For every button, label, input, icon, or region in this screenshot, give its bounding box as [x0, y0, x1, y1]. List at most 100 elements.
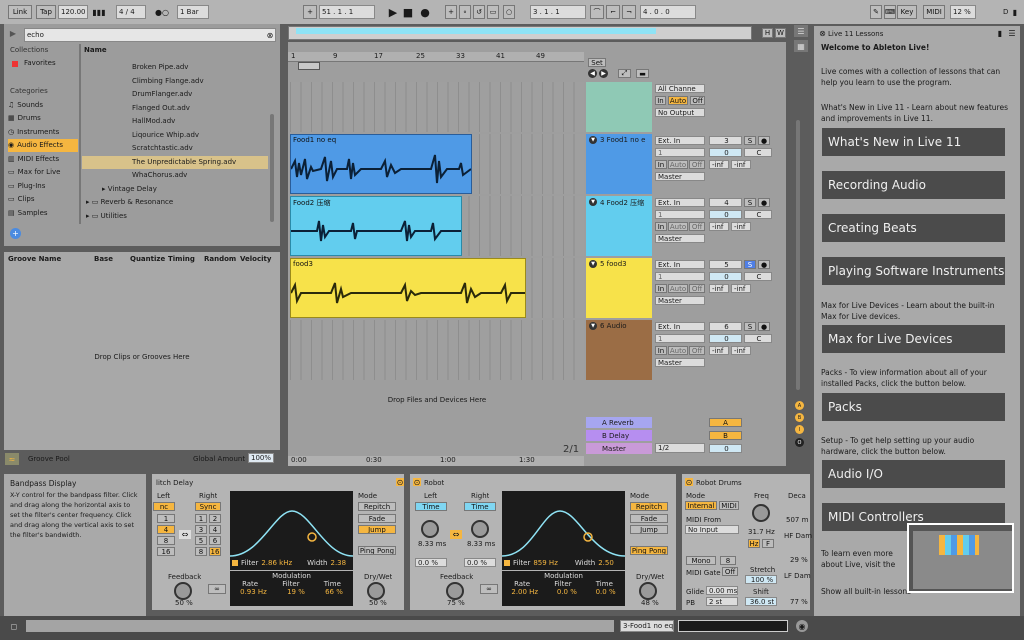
overdub-button[interactable]: + — [445, 5, 457, 19]
filter-value[interactable]: 2.86 kHz — [261, 559, 292, 567]
detail-view-toggle-icon[interactable]: ◉ — [796, 620, 808, 632]
expand-icon[interactable]: ◻ — [8, 620, 20, 632]
vertical-scrollbar[interactable] — [796, 120, 800, 390]
automation-arm-button[interactable]: ∘ — [459, 5, 471, 19]
window-toggle-icon[interactable]: ▮ — [1010, 5, 1020, 19]
solo-button[interactable]: S — [744, 198, 756, 207]
track-name[interactable]: A Reverb — [602, 419, 634, 427]
midi-gate-off[interactable]: Off — [722, 567, 738, 576]
device-title[interactable]: litch Delay — [156, 479, 193, 487]
mode-midi[interactable]: MIDI — [719, 501, 739, 510]
list-item[interactable]: Liqourice Whip.adv — [82, 129, 268, 143]
close-lessons-icon[interactable]: ⊗ — [818, 29, 827, 38]
filter-toggle[interactable] — [232, 560, 238, 566]
right-4[interactable]: 4 — [209, 525, 221, 534]
lessons-show-link[interactable]: Show all built-in lessons — [821, 586, 921, 597]
sidebar-item-audio-effects[interactable]: ◉ Audio Effects — [8, 138, 78, 152]
lock-button[interactable]: ▬ — [636, 69, 649, 78]
right-6[interactable]: 6 — [209, 536, 221, 545]
folder-vintage-delay[interactable]: ▸ Vintage Delay — [82, 183, 268, 197]
metronome-bars-icon[interactable]: ▮▮▮ — [90, 5, 108, 19]
send-b[interactable]: -inf — [731, 160, 751, 169]
left-time-knob[interactable] — [421, 520, 439, 538]
send-a[interactable]: -inf — [709, 346, 729, 355]
master-quantize[interactable]: 1/2 — [655, 443, 705, 453]
sidebar-item-instruments[interactable]: ◷ Instruments — [8, 125, 78, 139]
link-button[interactable]: Link — [8, 5, 32, 19]
list-item[interactable]: Climbing Flange.adv — [82, 75, 268, 89]
browser-scrollbar[interactable] — [270, 114, 274, 222]
left-16[interactable]: 16 — [157, 547, 175, 556]
drywet-knob[interactable] — [367, 582, 385, 600]
arm-button[interactable]: ● — [758, 260, 770, 269]
selected-track-label[interactable]: 3-Food1 no eq — [620, 620, 674, 632]
solo-button[interactable]: S — [744, 322, 756, 331]
volume-field[interactable]: 0 — [709, 210, 742, 219]
circle-icon[interactable]: O — [795, 438, 804, 447]
capture-button[interactable]: ▭ — [487, 5, 499, 19]
groove-col-velocity[interactable]: Velocity — [240, 255, 276, 265]
arrangement-view-icon[interactable]: ☰ — [794, 25, 808, 37]
lesson-packs-button[interactable]: Packs — [822, 393, 1005, 421]
draw-mode-button[interactable]: ✎ — [870, 5, 882, 19]
feedback-knob[interactable] — [174, 582, 192, 600]
mod-time-value[interactable]: 66 % — [325, 588, 343, 596]
browser-divider[interactable] — [79, 44, 81, 224]
input-type-select[interactable]: Ext. In — [655, 260, 705, 269]
monitor-auto[interactable]: Auto — [668, 284, 688, 293]
overview-range[interactable] — [296, 28, 656, 34]
send-a[interactable]: -inf — [709, 222, 729, 231]
w-button[interactable]: W — [775, 28, 786, 38]
clear-search-icon[interactable]: ⊗ — [264, 28, 276, 42]
fold-track-icon[interactable]: ▼ — [589, 136, 597, 144]
freeze-button[interactable]: ∞ — [208, 584, 226, 594]
right-2[interactable]: 2 — [209, 514, 221, 523]
device-power-icon[interactable]: ⊙ — [685, 478, 693, 487]
sidebar-item-samples[interactable]: ▤ Samples — [8, 206, 78, 220]
lessons-more-text[interactable]: To learn even more about Live, visit the… — [821, 548, 909, 572]
mode-jump[interactable]: Jump — [630, 525, 668, 534]
pan-field[interactable]: C — [744, 334, 772, 343]
monitor-in[interactable]: In — [655, 160, 667, 169]
tap-button[interactable]: Tap — [36, 5, 56, 19]
mode-jump[interactable]: Jump — [358, 525, 396, 534]
circle-icon[interactable]: I — [795, 425, 804, 434]
groove-col-name[interactable]: Groove Name — [8, 255, 94, 265]
sidebar-item-drums[interactable]: ▦ Drums — [8, 112, 78, 126]
mode-fade[interactable]: Fade — [358, 514, 396, 523]
width-value[interactable]: 2.38 — [331, 559, 347, 567]
loop-length[interactable]: 4 . 0 . 0 — [640, 5, 696, 19]
global-amount-value[interactable]: 100% — [248, 453, 274, 463]
sidebar-item-plug-ins[interactable]: ▭ Plug-Ins — [8, 179, 78, 193]
right-5[interactable]: 5 — [195, 536, 207, 545]
name-column-header[interactable]: Name — [84, 46, 107, 54]
left-4[interactable]: 4 — [157, 525, 175, 534]
volume-field[interactable]: 0 — [709, 334, 742, 343]
list-item[interactable]: DrumFlanger.adv — [82, 88, 268, 102]
solo-button[interactable]: S — [744, 136, 756, 145]
lesson-playing-instruments-button[interactable]: Playing Software Instruments — [822, 257, 1005, 285]
midi-from-select[interactable]: No Input — [685, 525, 739, 534]
stop-icon[interactable]: ■ — [401, 5, 415, 19]
shift-value[interactable]: 36.0 st — [745, 597, 777, 606]
record-icon[interactable]: ● — [418, 5, 432, 19]
link-icon[interactable]: ⇔ — [179, 530, 191, 539]
circle-icon[interactable]: B — [795, 413, 804, 422]
monitor-auto[interactable]: Auto — [668, 222, 688, 231]
clip-food2[interactable]: Food2 压缩 — [290, 196, 462, 256]
left-8[interactable]: 8 — [157, 536, 175, 545]
key-map-button[interactable]: Key — [897, 5, 917, 19]
sidebar-item-max-for-live[interactable]: ▭ Max for Live — [8, 166, 78, 180]
device-power-icon[interactable]: ⊙ — [413, 478, 421, 487]
right-16[interactable]: 16 — [209, 547, 221, 556]
punch-in-button[interactable]: ⌐ — [606, 5, 620, 19]
right-8[interactable]: 8 — [195, 547, 207, 556]
clip-overview[interactable] — [678, 620, 788, 632]
monitor-off[interactable]: Off — [689, 222, 705, 231]
circle-icon[interactable]: A — [795, 401, 804, 410]
track-number[interactable]: 6 — [709, 322, 742, 331]
track-name[interactable]: 6 Audio — [600, 322, 650, 330]
track-name[interactable]: B Delay — [602, 432, 629, 440]
volume-field[interactable]: 0 — [709, 272, 742, 281]
monitor-auto[interactable]: Auto — [668, 160, 688, 169]
